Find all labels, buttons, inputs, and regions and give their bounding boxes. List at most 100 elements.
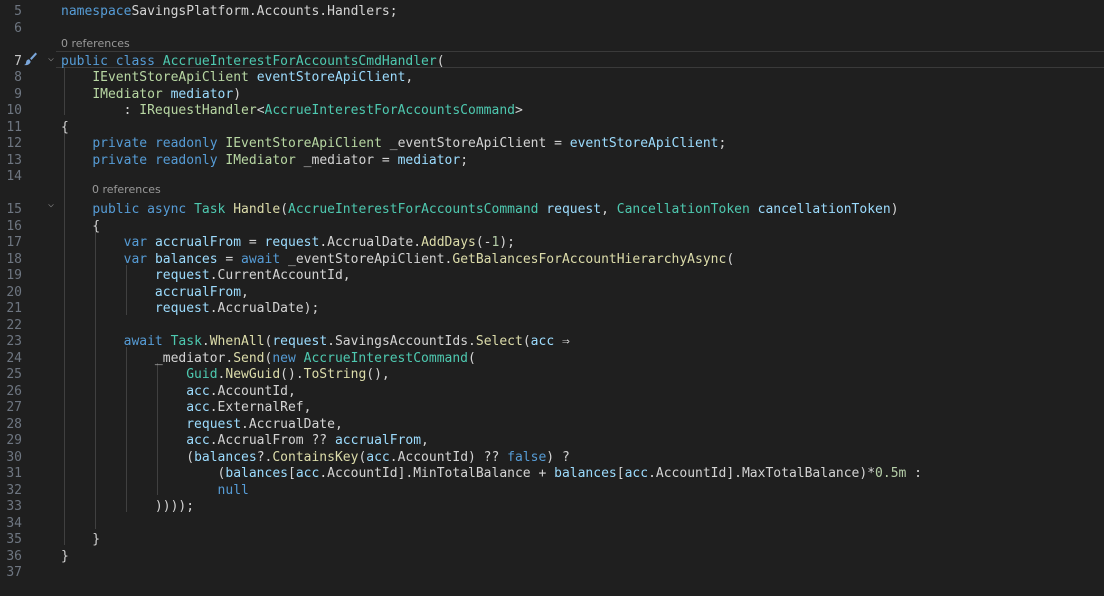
code-line[interactable]: 37: [0, 565, 1104, 581]
code-line[interactable]: 33 ))));: [0, 499, 1104, 515]
code-token: [: [616, 466, 625, 481]
code-token: acc: [186, 400, 210, 415]
code-line[interactable]: 22: [0, 318, 1104, 334]
code-line[interactable]: 13 private readonly IMediator _mediator …: [0, 153, 1104, 169]
code-token: 0.5m: [875, 466, 907, 481]
code-token: null: [217, 483, 249, 498]
code-token: CancellationToken: [616, 202, 750, 217]
code-token: .AccrualDate,: [241, 417, 343, 432]
code-text: acc.AccountId,: [61, 384, 296, 400]
code-token: acc: [186, 384, 210, 399]
code-text: request.AccrualDate,: [61, 417, 343, 433]
code-line[interactable]: 21 request.AccrualDate);: [0, 301, 1104, 317]
code-line[interactable]: 18 var balances = await _eventStoreApiCl…: [0, 252, 1104, 268]
code-line[interactable]: 17 var accrualFrom = request.AccrualDate…: [0, 235, 1104, 251]
code-line[interactable]: 34: [0, 516, 1104, 532]
code-line[interactable]: 31 (balances[acc.AccountId].MinTotalBala…: [0, 466, 1104, 482]
code-token: .AccountId].MaxTotalBalance)*: [648, 466, 876, 481]
code-token: acc: [186, 433, 210, 448]
code-token: await: [123, 334, 171, 349]
code-token: ) ?: [546, 450, 570, 465]
code-line[interactable]: 19 request.CurrentAccountId,: [0, 268, 1104, 284]
code-line[interactable]: 28 request.AccrualDate,: [0, 417, 1104, 433]
code-line[interactable]: 7 public class AccrueInterestForAccountsC…: [0, 54, 1104, 70]
code-token: {: [61, 120, 69, 135]
code-token: _eventStoreApiClient =: [381, 136, 570, 151]
line-number: 27: [6, 400, 22, 415]
code-line[interactable]: 26 acc.AccountId,: [0, 384, 1104, 400]
code-token: async: [147, 202, 195, 217]
code-token: .AccrualFrom ??: [209, 433, 335, 448]
code-token: NewGuid: [225, 367, 281, 382]
code-token: );: [499, 235, 515, 250]
code-token: var: [123, 235, 155, 250]
code-token: (: [280, 202, 289, 217]
code-token: ;: [460, 153, 469, 168]
code-text: IEventStoreApiClient eventStoreApiClient…: [61, 70, 413, 86]
line-number: 5: [14, 4, 22, 19]
code-token: await: [241, 252, 281, 267]
line-number: 37: [6, 565, 22, 580]
code-token: public: [61, 54, 116, 69]
code-line[interactable]: 23 await Task.WhenAll (request.SavingsAcc…: [0, 334, 1104, 350]
code-text: namespaceSavingsPlatform.Accounts.Handle…: [61, 4, 398, 20]
code-line[interactable]: 6: [0, 21, 1104, 37]
code-line[interactable]: 5 namespaceSavingsPlatform.Accounts.Handl…: [0, 4, 1104, 20]
code-text: acc.AccrualFrom ?? accrualFrom,: [61, 433, 429, 449]
code-token: (: [61, 466, 226, 481]
code-line[interactable]: 27 acc.ExternalRef,: [0, 400, 1104, 416]
code-line[interactable]: 35 }: [0, 532, 1104, 548]
code-line[interactable]: 14: [0, 169, 1104, 185]
code-line[interactable]: 16 {: [0, 219, 1104, 235]
code-token: _mediator =: [295, 153, 398, 168]
code-token: request: [186, 417, 242, 432]
code-token: ))));: [61, 499, 195, 514]
code-token: (: [436, 54, 445, 69]
line-number: 23: [6, 334, 22, 349]
code-text: acc.ExternalRef,: [61, 400, 311, 416]
code-token: balances: [225, 466, 288, 481]
code-line[interactable]: 20 accrualFrom,: [0, 285, 1104, 301]
codelens-references[interactable]: 0 references: [61, 37, 130, 51]
code-line[interactable]: 29 acc.AccrualFrom ?? accrualFrom,: [0, 433, 1104, 449]
code-text: private readonly IEventStoreApiClient _e…: [61, 136, 726, 152]
code-token: namespace: [61, 4, 132, 19]
line-number: 32: [6, 483, 22, 498]
code-token: ,: [405, 70, 414, 85]
code-line[interactable]: 8 IEventStoreApiClient eventStoreApiClie…: [0, 70, 1104, 86]
code-token: }: [61, 532, 101, 547]
line-number: 8: [14, 70, 22, 85]
code-token: WhenAll: [209, 334, 265, 349]
code-line[interactable]: 12 private readonly IEventStoreApiClient…: [0, 136, 1104, 152]
code-token: ): [890, 202, 899, 217]
line-number: 14: [6, 169, 22, 184]
line-number: 25: [6, 367, 22, 382]
code-token: accrualFrom: [334, 433, 422, 448]
codelens-references[interactable]: 0 references: [92, 183, 161, 197]
line-number: 28: [6, 417, 22, 432]
code-line[interactable]: 15 public async Task Handle(AccrueIntere…: [0, 202, 1104, 218]
code-line[interactable]: 11 {: [0, 120, 1104, 136]
code-line[interactable]: 25 Guid.NewGuid().ToString(),: [0, 367, 1104, 383]
code-line[interactable]: 9 IMediator mediator): [0, 87, 1104, 103]
code-editor[interactable]: ⌵ ⌵ 0 references 0 references 5 namespace…: [0, 0, 1104, 596]
code-token: acc: [366, 450, 390, 465]
code-text: null: [61, 483, 249, 499]
code-line[interactable]: 10 : IRequestHandler<AccrueInterestForAc…: [0, 103, 1104, 119]
code-text: }: [61, 549, 69, 565]
code-line[interactable]: 30 (balances?.ContainsKey(acc.AccountId)…: [0, 450, 1104, 466]
code-line[interactable]: 24 _mediator.Send (new AccrueInterestComm…: [0, 351, 1104, 367]
code-text: {: [61, 219, 100, 235]
code-line[interactable]: 32 null: [0, 483, 1104, 499]
line-number: 22: [6, 318, 22, 333]
line-number: 19: [6, 268, 22, 283]
code-line[interactable]: 36}: [0, 549, 1104, 565]
code-token: (: [726, 252, 735, 267]
